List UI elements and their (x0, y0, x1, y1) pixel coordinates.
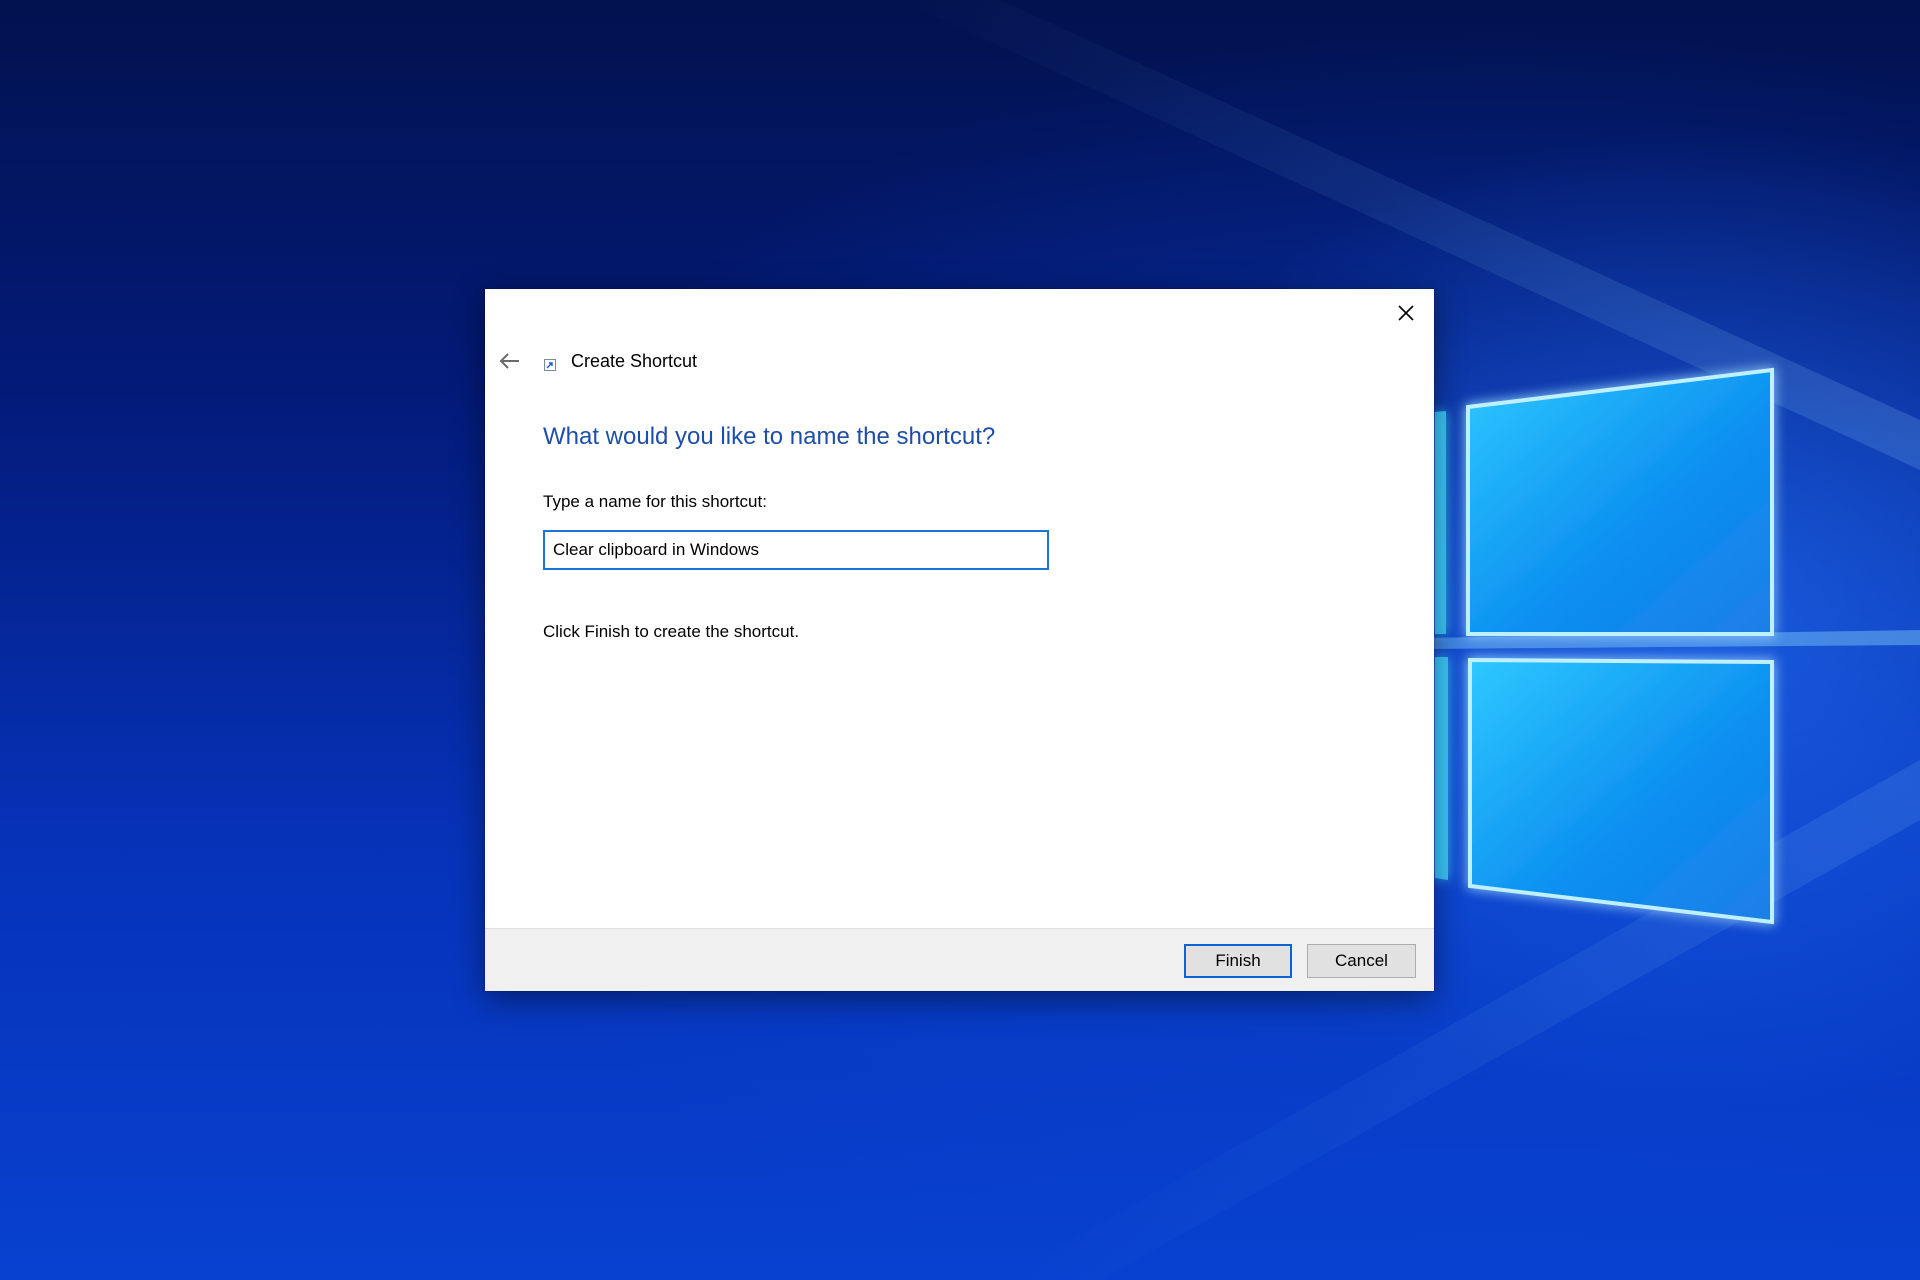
dialog-title: Create Shortcut (571, 350, 698, 371)
cancel-button[interactable]: Cancel (1307, 944, 1416, 978)
instruction-text: Click Finish to create the shortcut. (543, 622, 800, 641)
shortcut-name-label: Type a name for this shortcut: (543, 492, 767, 511)
title-bar: Create Shortcut (495, 345, 697, 377)
shortcut-name-input[interactable] (543, 530, 1049, 570)
create-shortcut-dialog: Create Shortcut What would you like to n… (485, 289, 1434, 991)
page-heading: What would you like to name the shortcut… (543, 423, 996, 450)
dialog-footer: Finish Cancel (485, 928, 1434, 991)
finish-button[interactable]: Finish (1184, 944, 1292, 978)
back-button[interactable] (495, 346, 525, 376)
shortcut-icon (543, 358, 557, 372)
close-button[interactable] (1386, 293, 1426, 333)
close-icon (1398, 305, 1414, 321)
back-arrow-icon (499, 353, 519, 369)
